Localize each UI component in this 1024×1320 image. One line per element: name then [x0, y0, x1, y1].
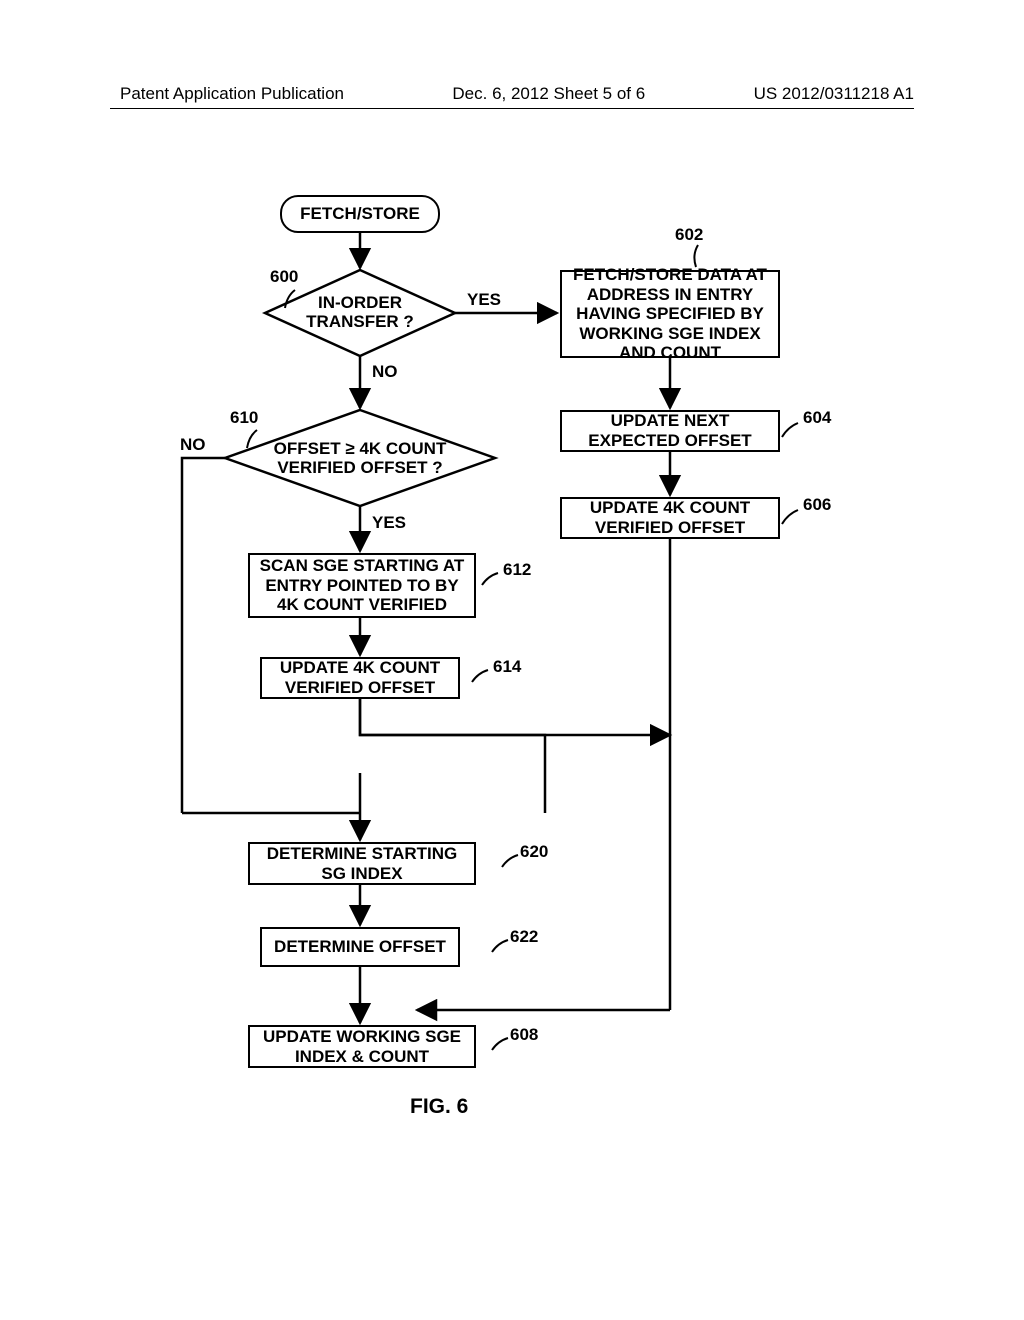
process-612: SCAN SGE STARTING AT ENTRY POINTED TO BY…	[248, 553, 476, 618]
decision-610-line1: OFFSET ≥ 4K COUNT	[274, 439, 447, 458]
edge-label-no-610: NO	[180, 435, 206, 455]
process-604: UPDATE NEXT EXPECTED OFFSET	[560, 410, 780, 452]
ref-610: 610	[230, 408, 258, 428]
decision-600-line1: IN-ORDER	[318, 293, 402, 312]
process-608-label: UPDATE WORKING SGE INDEX & COUNT	[254, 1027, 470, 1066]
ref-612: 612	[503, 560, 531, 580]
process-604-label: UPDATE NEXT EXPECTED OFFSET	[566, 411, 774, 450]
decision-610-text: OFFSET ≥ 4K COUNT VERIFIED OFFSET ?	[265, 440, 455, 477]
process-614: UPDATE 4K COUNT VERIFIED OFFSET	[260, 657, 460, 699]
process-614-label: UPDATE 4K COUNT VERIFIED OFFSET	[266, 658, 454, 697]
edge-label-yes-600: YES	[467, 290, 501, 310]
process-608: UPDATE WORKING SGE INDEX & COUNT	[248, 1025, 476, 1068]
figure-label: FIG. 6	[410, 1095, 468, 1119]
process-602-label: FETCH/STORE DATA AT ADDRESS IN ENTRY HAV…	[566, 265, 774, 363]
process-606-label: UPDATE 4K COUNT VERIFIED OFFSET	[566, 498, 774, 537]
process-622: DETERMINE OFFSET	[260, 927, 460, 967]
process-602: FETCH/STORE DATA AT ADDRESS IN ENTRY HAV…	[560, 270, 780, 358]
flowchart-diagram: FETCH/STORE IN-ORDER TRANSFER ? OFFSET ≥…	[120, 195, 920, 1145]
edge-label-yes-610: YES	[372, 513, 406, 533]
ref-620: 620	[520, 842, 548, 862]
process-622-label: DETERMINE OFFSET	[274, 937, 446, 957]
ref-604: 604	[803, 408, 831, 428]
header-left: Patent Application Publication	[120, 84, 344, 104]
terminator-label: FETCH/STORE	[300, 204, 420, 224]
process-620-label: DETERMINE STARTING SG INDEX	[254, 844, 470, 883]
header-right: US 2012/0311218 A1	[754, 84, 914, 104]
header-rule	[110, 108, 914, 109]
decision-600-line2: TRANSFER ?	[306, 312, 414, 331]
page-header: Patent Application Publication Dec. 6, 2…	[0, 84, 1024, 104]
ref-608: 608	[510, 1025, 538, 1045]
process-620: DETERMINE STARTING SG INDEX	[248, 842, 476, 885]
process-612-label: SCAN SGE STARTING AT ENTRY POINTED TO BY…	[254, 556, 470, 615]
process-606: UPDATE 4K COUNT VERIFIED OFFSET	[560, 497, 780, 539]
ref-622: 622	[510, 927, 538, 947]
header-center: Dec. 6, 2012 Sheet 5 of 6	[452, 84, 645, 104]
ref-614: 614	[493, 657, 521, 677]
decision-610-line2: VERIFIED OFFSET ?	[277, 458, 442, 477]
decision-600-text: IN-ORDER TRANSFER ?	[300, 294, 420, 331]
edge-label-no-600: NO	[372, 362, 398, 382]
ref-600: 600	[270, 267, 298, 287]
ref-602: 602	[675, 225, 703, 245]
ref-606: 606	[803, 495, 831, 515]
terminator-start: FETCH/STORE	[280, 195, 440, 233]
